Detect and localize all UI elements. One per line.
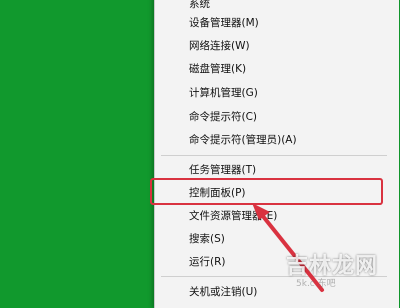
- watermark-subtext: 5k.c 东吧: [296, 279, 336, 289]
